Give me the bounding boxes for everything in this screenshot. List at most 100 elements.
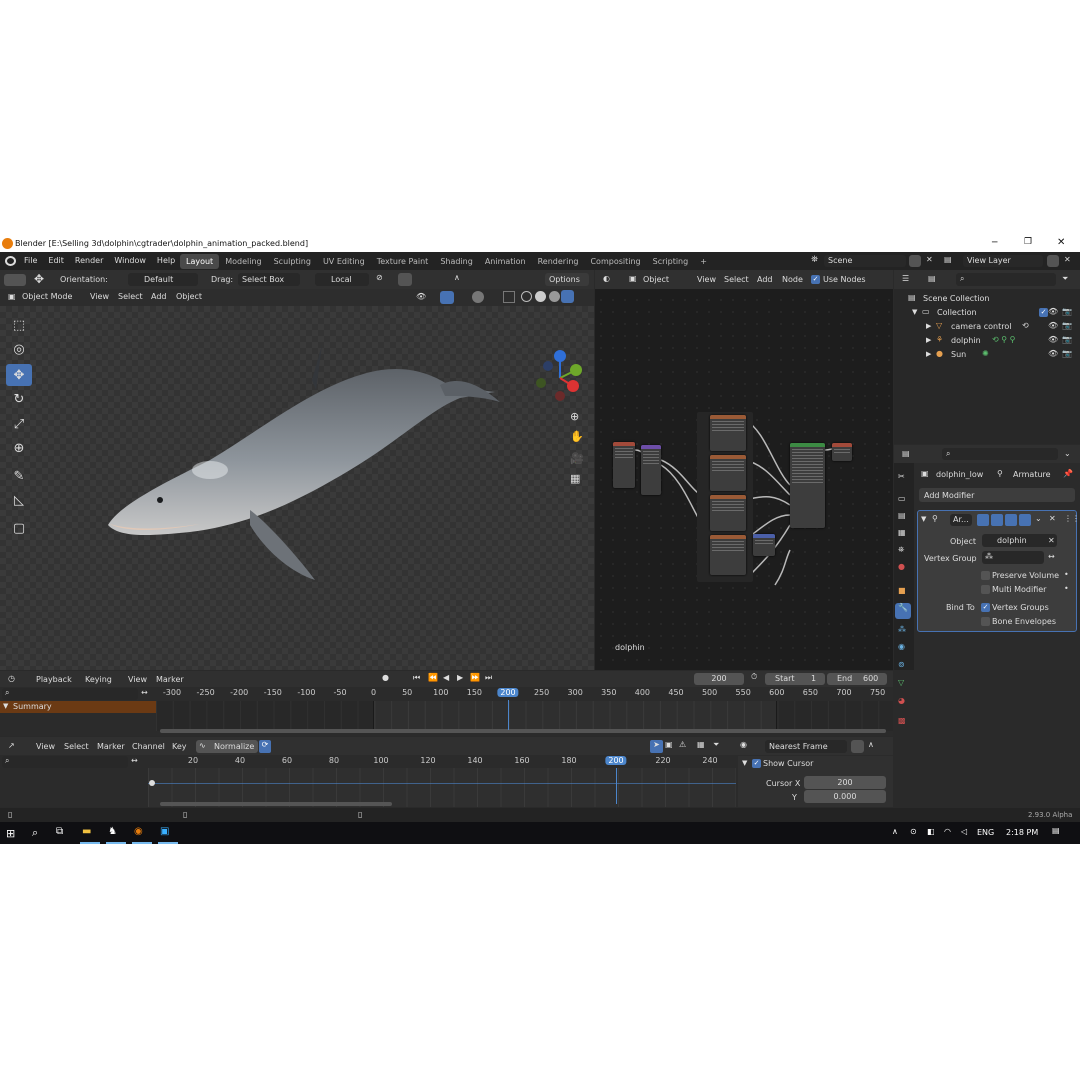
- graph-menu-channel[interactable]: Channel: [132, 742, 165, 751]
- sun-visibility-icon[interactable]: 👁: [1048, 349, 1058, 358]
- outliner-search-input[interactable]: ⌕: [956, 273, 1056, 286]
- outliner-editor-icon[interactable]: ☰: [902, 274, 909, 283]
- node-image-3[interactable]: [710, 495, 746, 531]
- timeline-search-input[interactable]: ⌕: [2, 688, 138, 700]
- collection-visibility-icon[interactable]: 👁: [1048, 307, 1058, 316]
- normalize-toggle[interactable]: ∿ Normalize: [196, 740, 258, 753]
- modifier-menu-icon[interactable]: ⌄: [1035, 514, 1042, 523]
- maximize-icon[interactable]: ❐: [1024, 237, 1032, 247]
- vertex-groups-checkbox[interactable]: ✓: [981, 603, 990, 612]
- move-tool-icon[interactable]: ✥: [6, 364, 32, 386]
- particles-props-icon[interactable]: ⁂: [898, 625, 906, 634]
- ghost-curves-icon[interactable]: ▦: [697, 740, 705, 749]
- play-icon[interactable]: ▶: [457, 673, 463, 682]
- snap-dropdown[interactable]: Nearest Frame: [765, 740, 847, 753]
- graph-playhead[interactable]: 200: [605, 756, 627, 765]
- new-view-layer-icon[interactable]: [1047, 255, 1059, 267]
- end-frame-field[interactable]: End 600: [827, 673, 887, 685]
- outliner[interactable]: ☰ ▤ ⌕ ⏷ ▤ Scene Collection ▼ ▭ Collectio…: [894, 270, 1080, 444]
- falloff-icon[interactable]: ∧: [454, 273, 460, 282]
- tab-scripting[interactable]: Scripting: [647, 254, 695, 269]
- bone-envelopes-checkbox[interactable]: [981, 617, 990, 626]
- new-scene-icon[interactable]: [909, 255, 921, 267]
- view-layer-props-icon[interactable]: ▦: [898, 528, 906, 537]
- tab-shading[interactable]: Shading: [434, 254, 479, 269]
- cursor-y-field[interactable]: 0.000: [804, 790, 886, 803]
- drag-handle-icon[interactable]: ⋮⋮: [1064, 514, 1080, 523]
- pivot-dropdown[interactable]: Local: [315, 273, 369, 286]
- node-material-output[interactable]: [832, 443, 852, 461]
- viewport-3d[interactable]: ✥ Orientation: Default Drag: Select Box …: [0, 270, 594, 670]
- annotate-tool-icon[interactable]: ✎: [6, 465, 32, 487]
- menu-window[interactable]: Window: [114, 256, 146, 265]
- timeline-scrollbar[interactable]: [160, 729, 886, 733]
- multi-modifier-key-icon[interactable]: •: [1064, 584, 1069, 593]
- graph-editor-icon[interactable]: ↗: [8, 741, 15, 750]
- material-props-icon[interactable]: ◕: [898, 696, 905, 705]
- show-cursor-expand-icon[interactable]: ▼: [742, 759, 747, 767]
- properties-search-input[interactable]: ⌕: [942, 448, 1058, 460]
- graph-swap-icon[interactable]: ↔: [131, 756, 138, 765]
- outliner-item-sun[interactable]: Sun: [951, 350, 966, 359]
- viewport-menu-add[interactable]: Add: [151, 292, 167, 301]
- multi-modifier-checkbox[interactable]: [981, 585, 990, 594]
- summary-expand-icon[interactable]: ▼: [3, 702, 8, 710]
- collection-render-icon[interactable]: 📷: [1062, 307, 1072, 316]
- add-modifier-dropdown[interactable]: Add Modifier: [919, 488, 1075, 502]
- tab-animation[interactable]: Animation: [479, 254, 532, 269]
- camera-control-visibility-icon[interactable]: 👁: [1048, 321, 1058, 330]
- options-dropdown[interactable]: Options: [545, 273, 589, 286]
- timeline-track[interactable]: [156, 701, 893, 731]
- camera-control-render-icon[interactable]: 📷: [1062, 321, 1072, 330]
- dolphin-model[interactable]: [100, 310, 520, 600]
- expand-dolphin-icon[interactable]: ▶: [926, 336, 931, 344]
- language-indicator[interactable]: ENG: [977, 828, 994, 837]
- record-icon[interactable]: ●: [382, 673, 389, 682]
- show-hidden-icon[interactable]: ▣: [665, 740, 673, 749]
- blender-taskbar-icon[interactable]: ◉: [134, 826, 143, 837]
- texture-props-icon[interactable]: ▩: [898, 716, 906, 725]
- taskbar-search-icon[interactable]: ⌕: [32, 826, 38, 840]
- properties-options-icon[interactable]: ⌄: [1064, 449, 1071, 458]
- node-editor[interactable]: ◐ ▣ Object View Select Add Node ✓ Use No…: [595, 270, 893, 670]
- expand-camera-control-icon[interactable]: ▶: [926, 322, 931, 330]
- overlay-toggle-icon[interactable]: [472, 291, 484, 303]
- object-field[interactable]: dolphin: [982, 534, 1057, 547]
- remove-view-layer-icon[interactable]: ✕: [1064, 255, 1071, 264]
- graph-menu-key[interactable]: Key: [172, 742, 187, 751]
- volume-icon[interactable]: ◁: [961, 827, 967, 836]
- expand-sun-icon[interactable]: ▶: [926, 350, 931, 358]
- tray-chevron-icon[interactable]: ∧: [892, 827, 898, 836]
- select-mode-icon[interactable]: [4, 274, 26, 286]
- scene-icon[interactable]: ⛯: [811, 255, 818, 265]
- tab-compositing[interactable]: Compositing: [584, 254, 646, 269]
- graph-scrollbar[interactable]: [160, 802, 392, 806]
- preserve-volume-key-icon[interactable]: •: [1064, 570, 1069, 579]
- gizmo-toggle-icon[interactable]: [440, 291, 454, 304]
- current-frame-field[interactable]: 200: [694, 673, 744, 685]
- blender-menu-icon[interactable]: [5, 256, 16, 266]
- mode-dropdown[interactable]: Object Mode: [22, 292, 72, 301]
- cursor-tool-icon[interactable]: ◎: [6, 338, 32, 360]
- node-principled-bsdf[interactable]: [790, 443, 825, 528]
- modifier-props-icon[interactable]: 🔧: [895, 603, 911, 619]
- delete-modifier-icon[interactable]: ✕: [1049, 514, 1056, 523]
- only-selected-icon[interactable]: ➤: [650, 740, 663, 753]
- timeline-playhead[interactable]: 200: [497, 688, 519, 697]
- menu-file[interactable]: File: [24, 256, 37, 265]
- constraints-props-icon[interactable]: ⊚: [898, 660, 905, 669]
- tray-icon-1[interactable]: ⊙: [910, 827, 917, 836]
- transform-tool-icon-2[interactable]: ⊕: [6, 437, 32, 459]
- collection-exclude-checkbox[interactable]: ✓: [1039, 308, 1048, 317]
- graph-filter-icon[interactable]: ⏷: [713, 740, 719, 750]
- graph-keyframe-point[interactable]: [149, 780, 155, 786]
- outliner-root[interactable]: Scene Collection: [923, 294, 990, 303]
- rotate-tool-icon[interactable]: ↻: [6, 388, 32, 410]
- pan-icon[interactable]: ✋: [570, 430, 584, 443]
- properties-editor-icon[interactable]: ▤: [902, 449, 910, 458]
- menu-edit[interactable]: Edit: [48, 256, 64, 265]
- measure-tool-icon[interactable]: ◺: [6, 489, 32, 511]
- wifi-icon[interactable]: ◠: [944, 827, 951, 836]
- graph-falloff-icon[interactable]: ∧: [868, 740, 874, 749]
- viewport-menu-view[interactable]: View: [90, 292, 109, 301]
